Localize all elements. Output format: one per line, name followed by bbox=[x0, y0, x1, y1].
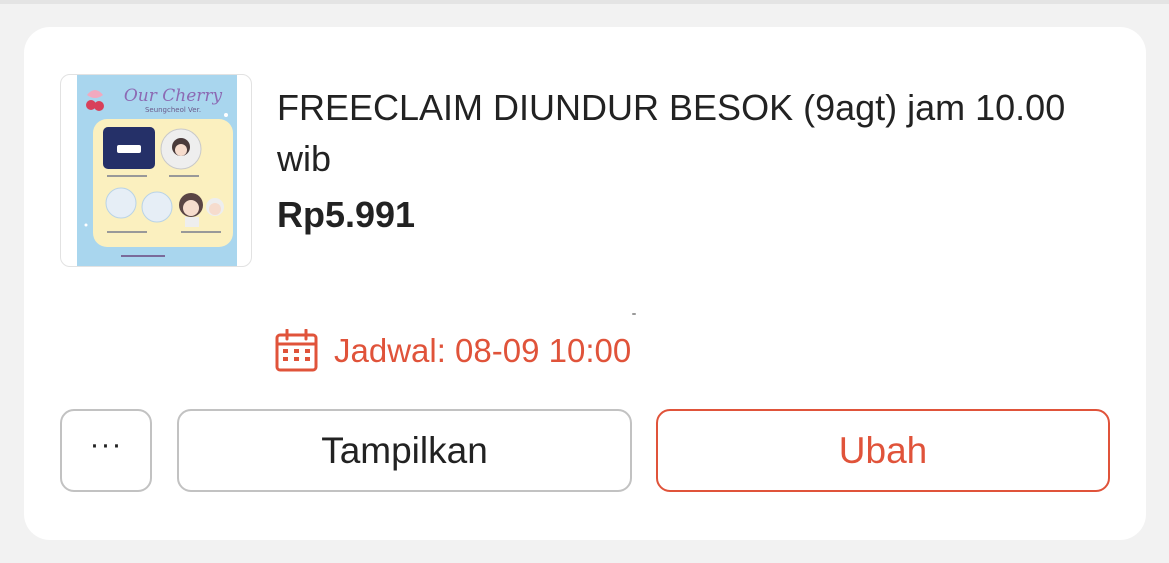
schedule-row: Jadwal: 08-09 10:00 bbox=[274, 329, 631, 373]
schedule-text: Jadwal: 08-09 10:00 bbox=[334, 332, 632, 369]
divider-mark bbox=[632, 313, 636, 315]
product-card: Our Cherry Seungcheol Ver. FREECLAIM DIU… bbox=[24, 27, 1146, 540]
calendar-icon bbox=[275, 329, 318, 372]
product-price: Rp5.991 bbox=[277, 194, 416, 235]
more-options-button[interactable]: ··· bbox=[60, 409, 152, 492]
top-divider bbox=[0, 0, 1169, 4]
thumbnail-heading: Our Cherry bbox=[124, 86, 223, 106]
product-image: Our Cherry Seungcheol Ver. bbox=[77, 75, 237, 266]
show-button[interactable]: Tampilkan bbox=[177, 409, 632, 492]
product-thumbnail[interactable]: Our Cherry Seungcheol Ver. bbox=[60, 74, 252, 267]
edit-button[interactable]: Ubah bbox=[656, 409, 1110, 492]
thumbnail-subheading: Seungcheol Ver. bbox=[145, 106, 201, 114]
product-title: FREECLAIM DIUNDUR BESOK (9agt) jam 10.00… bbox=[277, 87, 1066, 179]
